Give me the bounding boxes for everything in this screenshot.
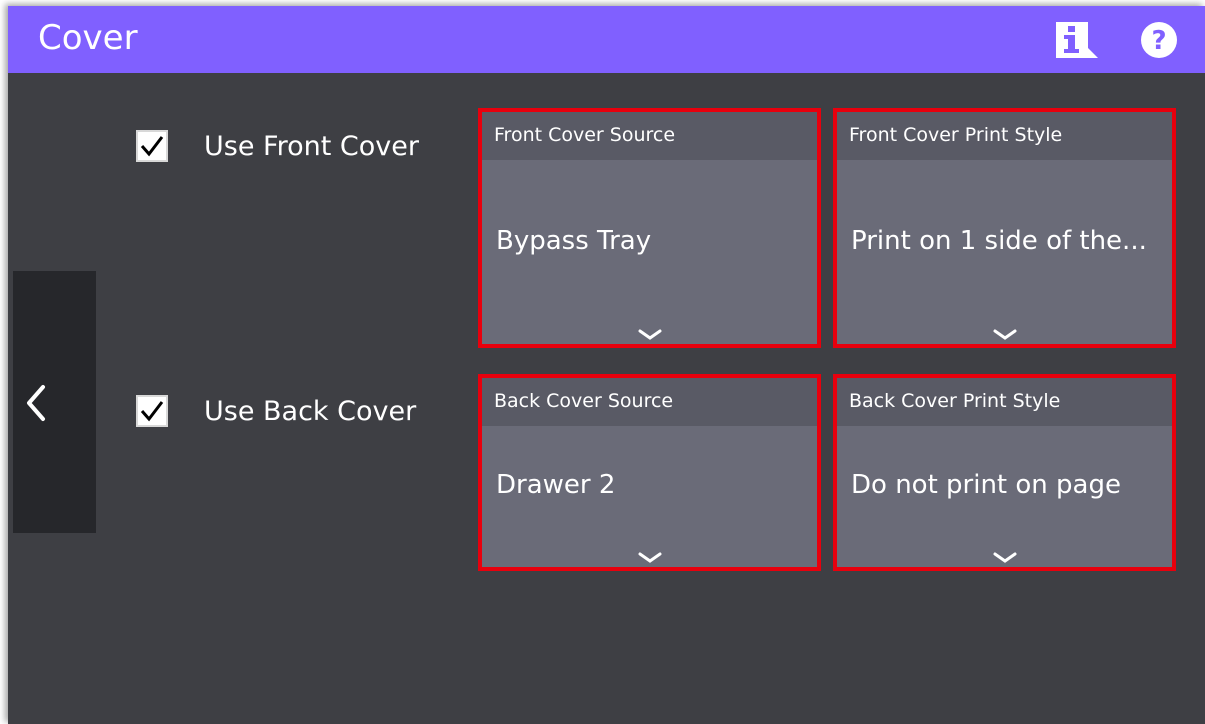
info-button[interactable] (1054, 20, 1100, 60)
back-cover-print-style-label: Back Cover Print Style (837, 378, 1172, 426)
front-cover-print-style-label: Front Cover Print Style (837, 112, 1172, 160)
front-cover-checkbox[interactable] (136, 130, 168, 162)
header-bar: Cover ? (8, 6, 1205, 73)
back-cover-source-value: Drawer 2 (496, 470, 616, 500)
front-cover-print-style-dropdown[interactable]: Front Cover Print Style Print on 1 side … (833, 108, 1176, 348)
checkmark-icon (140, 401, 164, 422)
chevron-down-icon (638, 552, 662, 563)
front-cover-print-style-value: Print on 1 side of the... (851, 226, 1147, 256)
front-cover-label: Use Front Cover (204, 130, 419, 162)
back-cover-print-style-value: Do not print on page (851, 470, 1121, 500)
back-cover-source-dropdown[interactable]: Back Cover Source Drawer 2 (478, 374, 821, 571)
chevron-down-icon (993, 552, 1017, 563)
cover-dialog: Cover ? Use Front Cover Front Cover Sour… (8, 6, 1205, 724)
front-cover-source-dropdown[interactable]: Front Cover Source Bypass Tray (478, 108, 821, 348)
checkmark-icon (140, 136, 164, 157)
use-front-cover-toggle[interactable]: Use Front Cover (136, 130, 419, 162)
back-cover-print-style-dropdown[interactable]: Back Cover Print Style Do not print on p… (833, 374, 1176, 571)
back-cover-source-label: Back Cover Source (482, 378, 817, 426)
front-cover-source-label: Front Cover Source (482, 112, 817, 160)
info-icon (1056, 22, 1098, 58)
back-cover-label: Use Back Cover (204, 395, 417, 427)
front-cover-source-value: Bypass Tray (496, 226, 652, 256)
svg-text:?: ? (1151, 26, 1166, 56)
back-cover-checkbox[interactable] (136, 395, 168, 427)
chevron-left-icon (27, 385, 45, 421)
use-back-cover-toggle[interactable]: Use Back Cover (136, 395, 416, 427)
help-button[interactable]: ? (1139, 20, 1179, 60)
back-nav-button[interactable] (13, 271, 96, 533)
page-title: Cover (38, 18, 138, 58)
help-icon: ? (1141, 22, 1177, 58)
chevron-down-icon (993, 329, 1017, 340)
chevron-down-icon (638, 329, 662, 340)
